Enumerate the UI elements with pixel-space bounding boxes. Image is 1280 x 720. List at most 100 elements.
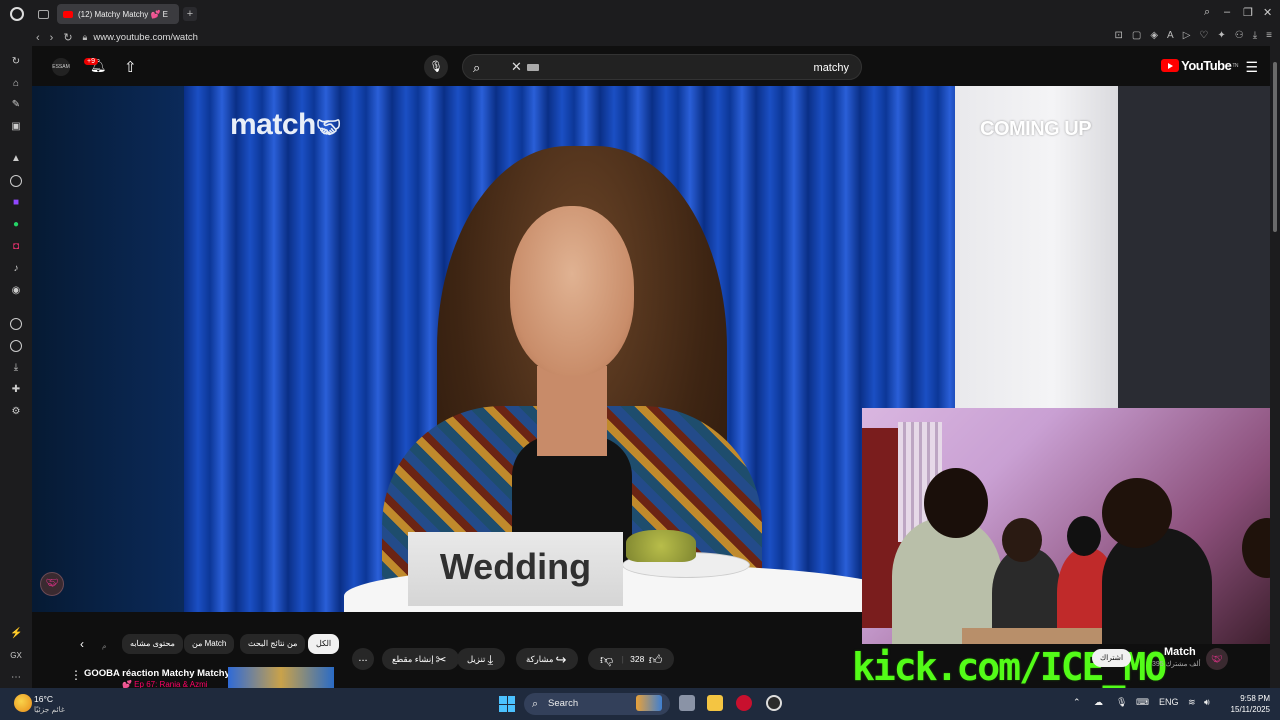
voice-search-icon[interactable]: 🎙︎ xyxy=(424,55,448,79)
play-icon[interactable]: ▷ xyxy=(1183,30,1191,41)
search-tabs-icon[interactable]: ⌕ xyxy=(1204,6,1210,19)
channel-name[interactable]: Match xyxy=(1164,646,1196,658)
minimize-icon[interactable]: – xyxy=(1224,6,1230,18)
recommendation-title[interactable]: GOOBA réaction Matchy Matchy xyxy=(84,668,230,679)
match-brand-logo: match🤝︎ xyxy=(230,108,341,142)
chip-from-match[interactable]: من Match xyxy=(184,634,235,654)
like-icon[interactable]: 👍︎ xyxy=(649,652,663,667)
extensions-sidebar-icon[interactable]: ✚ xyxy=(10,384,22,396)
clip-button[interactable]: إنشاء مقطع ✂ xyxy=(382,648,459,670)
cam-head-1 xyxy=(924,468,988,538)
cam-head-3 xyxy=(1067,516,1101,556)
share-button[interactable]: مشاركة ↪ xyxy=(516,648,579,670)
url-field[interactable]: www.youtube.com/watch xyxy=(93,32,198,43)
volume-icon[interactable]: 🔊︎ xyxy=(1204,697,1210,708)
clear-search-icon[interactable]: ✕ xyxy=(511,59,522,75)
instagram-icon[interactable]: ◘ xyxy=(10,241,22,253)
history-icon[interactable]: ↻ xyxy=(10,56,22,68)
dislike-icon[interactable]: 👎︎ xyxy=(600,652,613,667)
whatsapp-icon[interactable]: ● xyxy=(10,219,22,231)
like-count[interactable]: 328 xyxy=(630,654,644,664)
tab-list-icon[interactable] xyxy=(38,9,49,19)
address-bar: ‹›↻ 🔒︎ www.youtube.com/watch ⊡ ▢ ◈ A ▷ ♡… xyxy=(0,28,1280,46)
screenshot-icon[interactable]: ▢ xyxy=(1132,30,1141,41)
page-scrollbar[interactable] xyxy=(1270,46,1280,688)
search-highlight-icon[interactable] xyxy=(636,695,662,711)
download-label: تنزيل xyxy=(467,654,486,664)
clock-icon[interactable] xyxy=(10,340,22,352)
restore-icon[interactable]: ❐ xyxy=(1243,6,1253,19)
browser-logo-icon[interactable] xyxy=(10,7,24,21)
download-button[interactable]: تنزيل ⤓ xyxy=(457,648,506,670)
taskbar-clock[interactable]: 9:58 PM 15/11/2025 xyxy=(1226,693,1270,715)
profile-icon[interactable]: ⚇ xyxy=(1235,30,1244,41)
task-view-icon[interactable] xyxy=(679,695,695,711)
download-icon[interactable]: ⤓ xyxy=(1253,30,1257,41)
pin-icon[interactable]: ⊡ xyxy=(1114,30,1122,41)
youtube-logo[interactable]: YouTube TN xyxy=(1161,58,1238,73)
chips-scroll-left-icon[interactable]: ‹ xyxy=(80,637,84,651)
channel-avatar[interactable]: 🤝︎ xyxy=(1206,648,1228,670)
scrollbar-thumb[interactable] xyxy=(1273,62,1277,232)
gx-logo-icon[interactable]: GX xyxy=(10,650,22,662)
weather-icon[interactable] xyxy=(14,694,32,712)
create-upload-icon[interactable]: ⇧ xyxy=(124,58,137,76)
more-actions-button[interactable]: ... xyxy=(352,648,374,670)
discord-icon[interactable]: ◉ xyxy=(10,285,22,297)
account-avatar[interactable]: ESSAM xyxy=(52,58,70,76)
keyboard-tray-icon[interactable]: ⌨ xyxy=(1136,697,1149,708)
new-tab-button[interactable]: + xyxy=(183,7,197,21)
chip-similar[interactable]: محتوى مشابه xyxy=(122,634,183,654)
wallet-icon[interactable]: ⌂ xyxy=(10,78,22,90)
recommendation-menu-icon[interactable]: ⋮ xyxy=(70,668,82,682)
downloads-icon[interactable]: ⤓ xyxy=(10,362,22,374)
chip-from-search[interactable]: من نتائج البحث xyxy=(240,634,306,654)
clock-time: 9:58 PM xyxy=(1240,694,1270,703)
cloud-icon[interactable]: ☁ xyxy=(1094,697,1103,708)
guide-menu-icon[interactable]: ☰ xyxy=(1245,59,1258,76)
search-icon[interactable]: ⌕ xyxy=(473,60,480,76)
cam-head-2 xyxy=(1002,518,1042,562)
share-label: مشاركة xyxy=(526,654,554,664)
browser-tab-active[interactable]: (12) Matchy Matchy 💕 E xyxy=(57,4,179,24)
recommendation-thumbnail[interactable] xyxy=(228,667,334,688)
player-icon[interactable] xyxy=(10,318,22,330)
weather-temperature[interactable]: 16°C xyxy=(34,694,53,704)
mic-tray-icon[interactable]: 🎙︎ xyxy=(1116,697,1127,708)
tray-expand-icon[interactable]: ⌃ xyxy=(1073,697,1081,708)
sidebar-more-icon[interactable]: ⋯ xyxy=(10,672,22,684)
start-button-icon[interactable] xyxy=(499,696,515,712)
keyboard-icon[interactable] xyxy=(527,64,539,71)
chip-all[interactable]: الكل xyxy=(308,634,340,654)
translate-icon[interactable]: A xyxy=(1167,30,1174,41)
wifi-icon[interactable]: ≋ xyxy=(1188,697,1196,708)
heart-icon[interactable]: ♡ xyxy=(1199,30,1208,41)
nav-buttons[interactable]: ‹›↻ xyxy=(36,31,83,44)
browser-menu-icon[interactable]: ≡ xyxy=(1266,30,1272,41)
tiktok-icon[interactable]: ♪ xyxy=(10,263,22,275)
extensions-icon[interactable]: ✦ xyxy=(1217,30,1225,41)
file-explorer-icon[interactable] xyxy=(707,695,723,711)
chatgpt-icon[interactable] xyxy=(10,175,22,187)
language-indicator[interactable]: ENG xyxy=(1159,697,1179,707)
twitch-icon[interactable]: ■ xyxy=(10,197,22,209)
youtube-favicon-icon xyxy=(63,10,73,18)
shield-icon[interactable]: ◈ xyxy=(1150,30,1158,41)
close-window-icon[interactable]: ✕ xyxy=(1263,6,1272,19)
news-icon[interactable]: ▣ xyxy=(10,121,22,133)
gx-corner-icon[interactable]: ⚡ xyxy=(10,628,22,640)
search-box[interactable]: ⌕ ✕ matchy xyxy=(462,54,862,80)
channel-watermark-icon[interactable]: 🤝︎ xyxy=(40,572,64,596)
coming-up-text: COMING UP xyxy=(980,118,1092,140)
opera-gx-icon[interactable] xyxy=(736,695,752,711)
youtube-play-logo-icon xyxy=(1161,59,1180,72)
notes-icon[interactable]: ✎ xyxy=(10,99,22,111)
browser-tab-bar: (12) Matchy Matchy 💕 E + ⌕ – ❐ ✕ xyxy=(0,0,1280,28)
search-input[interactable]: matchy xyxy=(814,62,849,74)
handshake-icon: 🤝︎ xyxy=(315,117,341,139)
chatgpt-app-icon[interactable] xyxy=(766,695,782,711)
cake xyxy=(626,530,696,562)
subscribe-button[interactable]: اشتراك xyxy=(1092,649,1132,667)
settings-icon[interactable]: ⚙ xyxy=(10,406,22,418)
aria-icon[interactable]: ▲ xyxy=(10,153,22,165)
